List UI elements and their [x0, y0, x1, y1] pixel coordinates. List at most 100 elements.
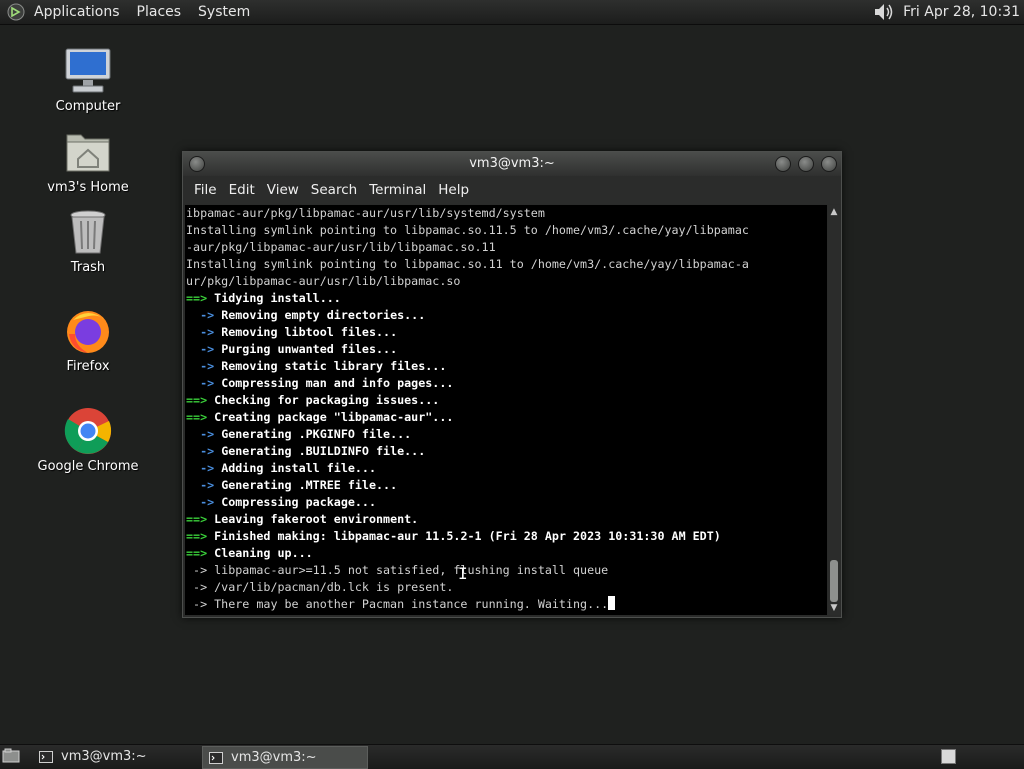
terminal-line: -> Generating .PKGINFO file... [185, 426, 827, 443]
terminal-icon [39, 750, 53, 763]
taskbar-item-label: vm3@vm3:~ [61, 749, 147, 764]
scrollbar-thumb[interactable] [830, 560, 838, 602]
terminal-line: -> Removing libtool files... [185, 324, 827, 341]
window-titlebar[interactable]: vm3@vm3:~ [183, 152, 841, 176]
terminal-line-text: ur/pkg/libpamac-aur/usr/lib/libpamac.so [186, 274, 461, 288]
terminal-line: -> libpamac-aur>=11.5 not satisfied, flu… [185, 562, 827, 579]
build-step-marker: ==> [186, 291, 208, 305]
terminal-line: ==> Checking for packaging issues... [185, 392, 827, 409]
terminal-line: -> Purging unwanted files... [185, 341, 827, 358]
terminal-line-text: -> /var/lib/pacman/db.lck is present. [186, 580, 454, 594]
desktop-icon-trash[interactable]: Trash [28, 207, 148, 275]
bottom-panel: vm3@vm3:~ vm3@vm3:~ [0, 744, 1024, 769]
terminal-line-text: Checking for packaging issues... [207, 393, 440, 407]
terminal-line: -> Generating .MTREE file... [185, 477, 827, 494]
terminal-line: -> Removing static library files... [185, 358, 827, 375]
scroll-up-arrow-icon[interactable]: ▲ [828, 207, 840, 217]
desktop-icon-firefox[interactable]: Firefox [28, 306, 148, 374]
terminal-window[interactable]: vm3@vm3:~ File Edit View Search Terminal… [182, 151, 842, 618]
workspace-switcher[interactable] [941, 749, 956, 764]
computer-icon [63, 46, 113, 96]
substep-marker: -> [186, 478, 215, 492]
terminal-line: ur/pkg/libpamac-aur/usr/lib/libpamac.so [185, 273, 827, 290]
substep-marker: -> [186, 308, 215, 322]
terminal-line-text: Compressing package... [214, 495, 376, 509]
terminal-line: Installing symlink pointing to libpamac.… [185, 222, 827, 239]
terminal-line: -> /var/lib/pacman/db.lck is present. [185, 579, 827, 596]
terminal-line-text: Cleaning up... [207, 546, 313, 560]
terminal-line-text: Removing static library files... [214, 359, 447, 373]
applications-menu[interactable]: Applications [34, 4, 120, 20]
terminal-icon [209, 751, 223, 764]
substep-marker: -> [186, 359, 215, 373]
menu-search[interactable]: Search [311, 182, 357, 198]
taskbar-item-terminal-1[interactable]: vm3@vm3:~ [33, 746, 197, 767]
substep-marker: -> [186, 342, 215, 356]
distro-logo-icon[interactable] [7, 3, 25, 21]
close-button[interactable] [821, 156, 837, 172]
terminal-line-text: Removing libtool files... [214, 325, 398, 339]
terminal-line-text: Compressing man and info pages... [214, 376, 454, 390]
desktop-icon-label: Computer [55, 99, 121, 114]
terminal-line: ==> Leaving fakeroot environment. [185, 511, 827, 528]
terminal-line-text: Finished making: libpamac-aur 11.5.2-1 (… [207, 529, 721, 543]
terminal-line: Installing symlink pointing to libpamac.… [185, 256, 827, 273]
desktop-icon-label: Trash [70, 260, 106, 275]
mouse-ibeam-cursor-icon: I [458, 564, 468, 583]
maximize-button[interactable] [798, 156, 814, 172]
build-step-marker: ==> [186, 546, 208, 560]
menu-view[interactable]: View [267, 182, 299, 198]
menu-help[interactable]: Help [438, 182, 469, 198]
terminal-line: -> Compressing man and info pages... [185, 375, 827, 392]
terminal-line-text: Installing symlink pointing to libpamac.… [186, 257, 749, 271]
window-title: vm3@vm3:~ [469, 156, 555, 171]
text-cursor [608, 596, 616, 610]
terminal-line-text: -> libpamac-aur>=11.5 not satisfied, flu… [186, 563, 609, 577]
terminal-line: -> Compressing package... [185, 494, 827, 511]
minimize-button[interactable] [775, 156, 791, 172]
terminal-line: ==> Creating package "libpamac-aur"... [185, 409, 827, 426]
substep-marker: -> [186, 427, 215, 441]
terminal-line-text: Tidying install... [207, 291, 341, 305]
terminal-line: -> There may be another Pacman instance … [185, 596, 827, 613]
firefox-icon [63, 306, 113, 356]
home-folder-icon [63, 127, 113, 177]
terminal-line: -aur/pkg/libpamac-aur/usr/lib/libpamac.s… [185, 239, 827, 256]
system-menu[interactable]: System [198, 4, 250, 20]
terminal-line-text: Generating .PKGINFO file... [214, 427, 412, 441]
substep-marker: -> [186, 495, 215, 509]
menu-file[interactable]: File [194, 182, 217, 198]
menu-terminal[interactable]: Terminal [369, 182, 426, 198]
places-menu[interactable]: Places [137, 4, 182, 20]
desktop-icon-home[interactable]: vm3's Home [28, 127, 148, 195]
terminal-scrollbar[interactable]: ▲ ▼ [828, 205, 840, 615]
show-desktop-icon[interactable] [2, 748, 20, 764]
terminal-line-text: Installing symlink pointing to libpamac.… [186, 223, 749, 237]
substep-marker: -> [186, 461, 215, 475]
desktop-icon-chrome[interactable]: Google Chrome [28, 406, 148, 474]
terminal-menubar: File Edit View Search Terminal Help [183, 176, 841, 204]
terminal-line-text: -> There may be another Pacman instance … [186, 597, 609, 611]
terminal-line-text: Removing empty directories... [214, 308, 426, 322]
build-step-marker: ==> [186, 529, 208, 543]
terminal-line: ==> Cleaning up... [185, 545, 827, 562]
terminal-line-text: -aur/pkg/libpamac-aur/usr/lib/libpamac.s… [186, 240, 496, 254]
taskbar-item-terminal-2[interactable]: vm3@vm3:~ [202, 746, 368, 769]
terminal-line-text: Purging unwanted files... [214, 342, 398, 356]
build-step-marker: ==> [186, 410, 208, 424]
terminal-output[interactable]: ibpamac-aur/pkg/libpamac-aur/usr/lib/sys… [185, 205, 827, 615]
desktop-icon-computer[interactable]: Computer [28, 46, 148, 114]
terminal-line-text: Generating .BUILDINFO file... [214, 444, 426, 458]
desktop-icon-label: Firefox [66, 359, 110, 374]
trash-icon [63, 207, 113, 257]
terminal-line: ==> Finished making: libpamac-aur 11.5.2… [185, 528, 827, 545]
terminal-line-text: Generating .MTREE file... [214, 478, 398, 492]
volume-icon[interactable] [873, 2, 895, 22]
chrome-icon [63, 406, 113, 456]
terminal-line-text: Creating package "libpamac-aur"... [207, 410, 454, 424]
terminal-line-text: ibpamac-aur/pkg/libpamac-aur/usr/lib/sys… [186, 206, 545, 220]
clock[interactable]: Fri Apr 28, 10:31 [903, 4, 1020, 20]
scroll-down-arrow-icon[interactable]: ▼ [828, 603, 840, 613]
menu-edit[interactable]: Edit [229, 182, 255, 198]
substep-marker: -> [186, 325, 215, 339]
